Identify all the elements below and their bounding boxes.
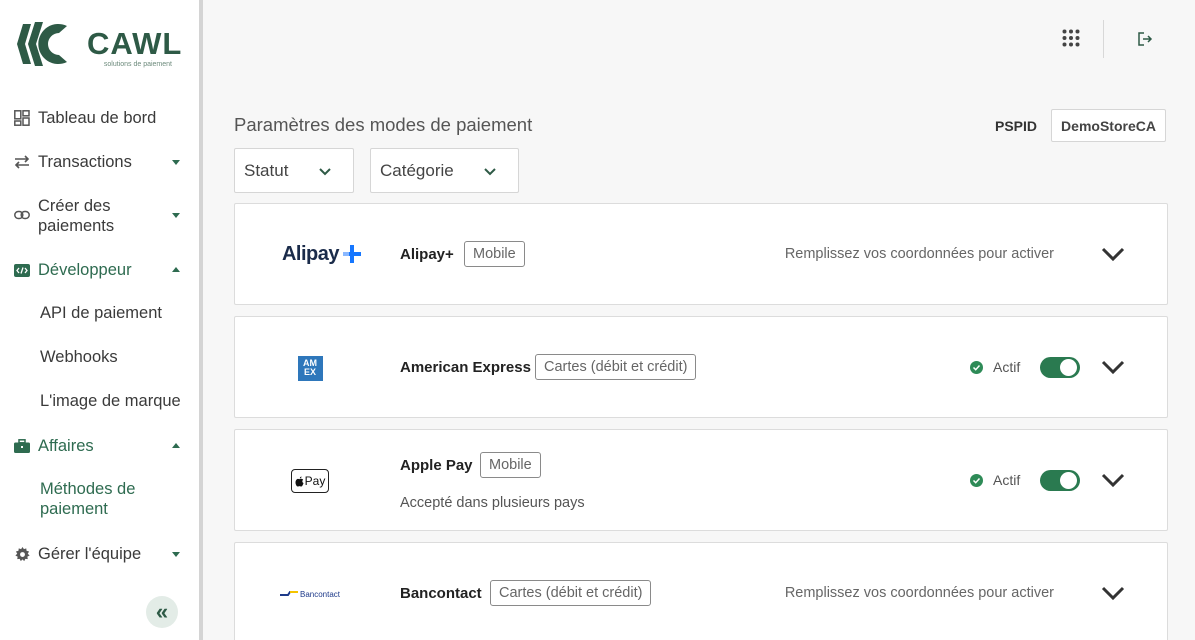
sidebar-subitem-webhooks[interactable]: Webhooks: [40, 347, 118, 367]
payment-method-card-apple-pay: Pay Apple Pay Mobile Accepté dans plusie…: [234, 429, 1168, 531]
status-text: Actif: [993, 359, 1021, 375]
alipay-logo-text: Alipay: [281, 242, 340, 265]
enable-toggle[interactable]: [1040, 470, 1080, 491]
category-tag: Cartes (débit et crédit): [535, 354, 697, 380]
sidebar-subitem-branding[interactable]: L'image de marque: [40, 391, 181, 411]
briefcase-icon: [14, 438, 30, 454]
bancontact-mark-icon: [279, 591, 298, 596]
chevron-down-icon: [172, 160, 180, 165]
payment-method-card-bancontact: Bancontact Bancontact Cartes (débit et c…: [234, 542, 1168, 640]
chevron-up-icon: [172, 443, 180, 448]
chevron-down-icon[interactable]: [1101, 246, 1125, 262]
payment-method-card-amex: AM EX American Express Cartes (débit et …: [234, 316, 1168, 418]
pspid-value[interactable]: DemoStoreCA: [1051, 109, 1166, 142]
payment-method-name: Alipay+: [400, 246, 454, 263]
enable-toggle[interactable]: [1040, 357, 1080, 378]
amex-logo-text: AM EX: [297, 355, 323, 381]
header-divider: [1103, 20, 1104, 58]
category-tag: Mobile: [464, 241, 525, 267]
cawl-logo-icon: [17, 22, 67, 66]
category-filter[interactable]: Catégorie: [370, 148, 519, 193]
grid-icon[interactable]: [1062, 29, 1080, 47]
sidebar-divider: [199, 0, 203, 640]
sidebar-item-label: Gérer l'équipe: [38, 545, 142, 563]
gear-icon: [14, 546, 30, 562]
chevron-down-icon: [172, 552, 180, 557]
chevron-down-icon: [319, 168, 331, 176]
amex-logo: AM EX: [235, 355, 385, 381]
sidebar-item-transactions[interactable]: Transactions: [0, 151, 199, 173]
payment-method-subtitle: Accepté dans plusieurs pays: [400, 495, 585, 511]
sidebar-item-label: Créer des paiements: [38, 197, 115, 235]
payment-method-name: Bancontact: [400, 585, 482, 602]
alipay-logo: Alipay: [235, 240, 385, 268]
status-filter[interactable]: Statut: [234, 148, 354, 193]
collapse-sidebar-button[interactable]: «: [146, 596, 178, 628]
pspid-label: PSPID: [995, 118, 1038, 134]
sidebar: CAWL solutions de paiement Tableau de bo…: [0, 0, 199, 640]
sidebar-subitem-payment-methods[interactable]: Méthodes de paiement: [40, 479, 170, 519]
brand-tagline: solutions de paiement: [103, 61, 172, 68]
apple-icon: [295, 476, 304, 486]
chevron-down-icon: [172, 213, 180, 218]
filter-label: Catégorie: [380, 161, 454, 180]
chevron-down-icon: [484, 168, 496, 176]
filter-label: Statut: [244, 161, 289, 180]
chevron-down-icon[interactable]: [1101, 359, 1125, 375]
sidebar-item-manage-team[interactable]: Gérer l'équipe: [0, 543, 199, 565]
app-root: CAWL solutions de paiement Tableau de bo…: [0, 0, 1195, 640]
sidebar-item-label: Transactions: [38, 153, 132, 171]
apple-pay-logo-text: Pay: [304, 474, 326, 488]
payment-method-card-alipay: Alipay Alipay+ Mobile Remplissez vos coo…: [234, 203, 1168, 305]
category-tag: Mobile: [480, 452, 541, 478]
logout-icon[interactable]: [1137, 31, 1153, 47]
transfer-arrows-icon: [14, 154, 30, 170]
sidebar-item-create-payments[interactable]: Créer des paiements: [0, 195, 199, 237]
link-icon: [14, 207, 30, 223]
payment-method-name: Apple Pay: [400, 457, 473, 474]
page-title: Paramètres des modes de paiement: [234, 114, 533, 135]
dashboard-icon: [14, 110, 30, 126]
apple-pay-mark: Pay: [291, 469, 329, 493]
activation-hint: Remplissez vos coordonnées pour activer: [784, 585, 1054, 601]
activation-hint: Remplissez vos coordonnées pour activer: [784, 246, 1054, 262]
status-text: Actif: [993, 472, 1021, 488]
sidebar-item-label: Tableau de bord: [38, 109, 157, 127]
chevron-up-icon: [172, 267, 180, 272]
check-circle-icon: [970, 361, 983, 374]
chevron-down-icon[interactable]: [1101, 585, 1125, 601]
chevron-down-icon[interactable]: [1101, 472, 1125, 488]
bancontact-logo: Bancontact: [235, 585, 385, 603]
sidebar-item-label: Affaires: [38, 437, 94, 455]
brand-name: CAWL: [87, 26, 183, 61]
category-tag: Cartes (débit et crédit): [490, 580, 652, 606]
apple-pay-logo: Pay: [235, 468, 385, 494]
sidebar-item-dashboard[interactable]: Tableau de bord: [0, 107, 199, 129]
sidebar-item-business[interactable]: Affaires: [0, 435, 199, 457]
brand-logo[interactable]: CAWL solutions de paiement: [15, 18, 185, 70]
bancontact-logo-text: Bancontact: [299, 589, 341, 599]
sidebar-item-developer[interactable]: Développeur: [0, 259, 199, 281]
alipay-plus-icon: [343, 245, 362, 263]
sidebar-subitem-payment-api[interactable]: API de paiement: [40, 303, 162, 323]
payment-method-name: American Express: [400, 359, 531, 376]
sidebar-item-label: Développeur: [38, 261, 132, 279]
code-icon: [14, 262, 30, 278]
check-circle-icon: [970, 474, 983, 487]
